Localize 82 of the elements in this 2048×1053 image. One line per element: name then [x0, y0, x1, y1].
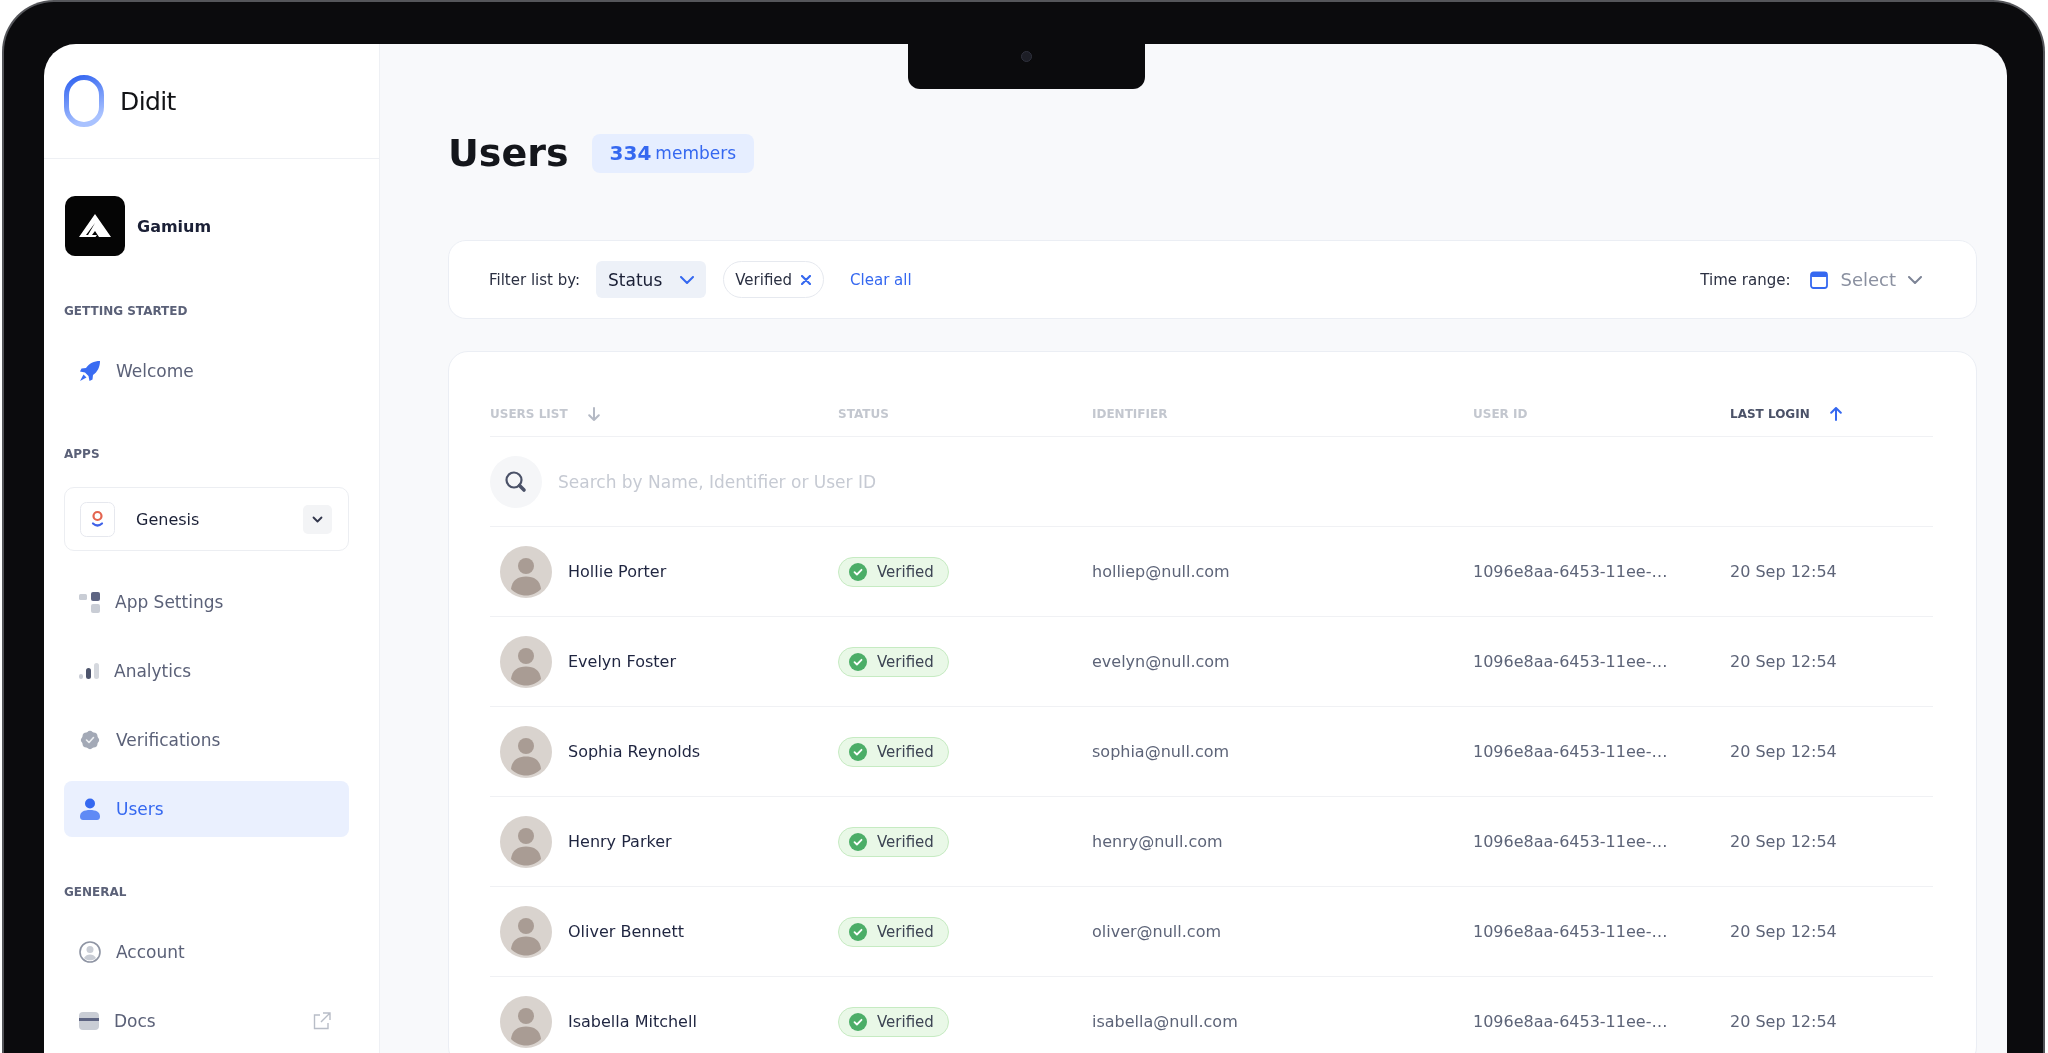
- clear-all-link[interactable]: Clear all: [850, 270, 912, 289]
- email-address: oliver@null.com: [1092, 922, 1221, 941]
- nav-item[interactable]: Welcome: [64, 343, 349, 399]
- check-circle-icon: [849, 832, 867, 851]
- chevron-down-icon: [1908, 275, 1922, 284]
- last-login-time: 20 Sep 12:54: [1730, 742, 1837, 761]
- app-icon: [80, 501, 115, 537]
- stack-icon: [79, 1011, 99, 1031]
- email-address: sophia@null.com: [1092, 742, 1230, 761]
- nav-item[interactable]: Verifications: [64, 712, 349, 768]
- bar-chart-icon: [79, 662, 99, 680]
- badge-check-icon: [79, 729, 101, 751]
- user-name: Evelyn Foster: [568, 652, 676, 671]
- nav-item[interactable]: Users: [64, 781, 349, 837]
- filter-label: Filter list by:: [489, 270, 581, 289]
- status-label: Verified: [877, 652, 934, 671]
- last-login-time: 20 Sep 12:54: [1730, 922, 1837, 941]
- user-name: Sophia Reynolds: [568, 742, 701, 761]
- time-range-label: Time range:: [1700, 270, 1791, 289]
- last-login-time: 20 Sep 12:54: [1730, 832, 1837, 851]
- time-range-select[interactable]: Select: [1810, 269, 1922, 290]
- nav-item[interactable]: App Settings: [64, 574, 349, 630]
- member-count-badge: 334 members: [591, 133, 755, 173]
- user-id: 1096e8aa-6453-11ee-…: [1473, 1012, 1668, 1031]
- user-icon: [79, 798, 101, 820]
- rocket-icon: [79, 360, 101, 382]
- filter-chip[interactable]: Verified: [723, 261, 825, 298]
- search-field[interactable]: Search by Name, Identifier or User ID: [558, 461, 1178, 502]
- user-id: 1096e8aa-6453-11ee-…: [1473, 922, 1668, 941]
- squares-icon: [79, 591, 100, 613]
- nav-item[interactable]: Analytics: [64, 643, 349, 699]
- chevron-down-icon: [680, 275, 695, 284]
- avatar-icon: [500, 725, 552, 778]
- user-id: 1096e8aa-6453-11ee-…: [1473, 652, 1668, 671]
- email-address: isabella@null.com: [1092, 1012, 1238, 1031]
- email-address: holliep@null.com: [1092, 562, 1230, 581]
- check-circle-icon: [849, 922, 867, 941]
- avatar-icon: [500, 905, 552, 958]
- nav-item[interactable]: Docs: [64, 993, 349, 1049]
- chevron-down-icon: [303, 504, 332, 534]
- user-name: Oliver Bennett: [568, 922, 684, 941]
- organization-logo-icon: [65, 196, 125, 256]
- user-name: Hollie Porter: [568, 562, 667, 581]
- calendar-icon: [1810, 270, 1829, 289]
- page-title: Users: [448, 130, 569, 176]
- avatar-icon: [500, 815, 552, 868]
- close-icon: [801, 274, 812, 285]
- user-id: 1096e8aa-6453-11ee-…: [1473, 742, 1668, 761]
- user-name: Henry Parker: [568, 832, 672, 851]
- status-label: Verified: [877, 742, 934, 761]
- organization-name: Gamium: [137, 216, 212, 236]
- nav-item[interactable]: Account: [64, 924, 349, 980]
- status-label: Verified: [877, 832, 934, 851]
- avatar-icon: [500, 545, 552, 598]
- last-login-time: 20 Sep 12:54: [1730, 1012, 1837, 1031]
- column-header[interactable]: LAST LOGIN: [1730, 407, 1842, 421]
- avatar-icon: [500, 635, 552, 688]
- email-address: evelyn@null.com: [1092, 652, 1230, 671]
- status-dropdown[interactable]: Status: [596, 261, 707, 298]
- check-circle-icon: [849, 742, 867, 761]
- check-circle-icon: [849, 652, 867, 671]
- last-login-time: 20 Sep 12:54: [1730, 562, 1837, 581]
- status-label: Verified: [877, 562, 934, 581]
- user-id: 1096e8aa-6453-11ee-…: [1473, 562, 1668, 581]
- camera-icon: [1021, 51, 1032, 62]
- status-label: Verified: [877, 922, 934, 941]
- search-icon: [490, 455, 542, 508]
- section-title: GENERAL: [64, 884, 127, 901]
- last-login-time: 20 Sep 12:54: [1730, 652, 1837, 671]
- check-circle-icon: [849, 1012, 867, 1031]
- user-circle-icon: [79, 941, 101, 963]
- logo-icon: [64, 75, 104, 127]
- user-name: Isabella Mitchell: [568, 1012, 697, 1031]
- user-id: 1096e8aa-6453-11ee-…: [1473, 832, 1668, 851]
- avatar-icon: [500, 995, 552, 1048]
- status-label: Verified: [877, 1012, 934, 1031]
- brand-name: Didit: [120, 86, 176, 116]
- app-select[interactable]: Genesis: [64, 487, 349, 551]
- check-circle-icon: [849, 562, 867, 581]
- email-address: henry@null.com: [1092, 832, 1223, 851]
- section-title: GETTING STARTED: [64, 303, 188, 320]
- section-title: APPS: [64, 446, 100, 463]
